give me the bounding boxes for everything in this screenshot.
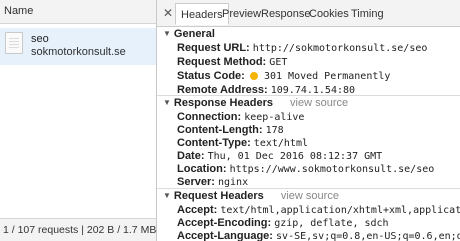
header-row: Accept-Language: sv-SE,sv;q=0.8,en-US;q=… (177, 230, 460, 241)
header-value: keep-alive (244, 112, 305, 123)
request-headers-title: Request Headers (173, 190, 264, 202)
expand-triangle-icon: ▼ (163, 191, 171, 200)
header-value: sv-SE,sv;q=0.8,en-US;q=0.6,en;q=0.4 (276, 231, 460, 241)
request-domain: sokmotorkonsult.se (31, 46, 126, 58)
header-key: Date: (177, 150, 205, 162)
expand-triangle-icon: ▼ (163, 29, 171, 38)
header-key: Content-Type: (177, 137, 251, 149)
network-summary: 1 / 107 requests | 202 B / 1.7 MB tr... (0, 218, 156, 241)
general-title: General (173, 28, 215, 40)
status-code-row: Status Code: 301 Moved Permanently (177, 70, 390, 82)
request-view-source-link[interactable]: view source (281, 190, 339, 202)
header-key: Accept: (177, 204, 218, 216)
general-section-toggle[interactable]: ▼ General (163, 28, 215, 40)
header-value: Thu, 01 Dec 2016 08:12:37 GMT (207, 151, 383, 162)
request-method-row: Request Method: GET (177, 56, 287, 68)
request-row[interactable]: seo sokmotorkonsult.se (0, 28, 156, 65)
response-view-source-link[interactable]: view source (290, 97, 348, 109)
section-divider (157, 188, 460, 189)
document-icon (5, 32, 23, 54)
request-headers-toggle[interactable]: ▼ Request Headers view source (163, 190, 339, 202)
name-column-header[interactable]: Name (0, 0, 156, 24)
header-row: Accept-Encoding: gzip, deflate, sdch (177, 217, 389, 229)
header-row: Location: https://www.sokmotorkonsult.se… (177, 163, 434, 175)
tab-timing[interactable]: Timing (346, 3, 389, 25)
header-value: text/html (253, 138, 308, 149)
request-method-value: GET (269, 57, 288, 68)
expand-triangle-icon: ▼ (163, 98, 171, 107)
header-row: Accept: text/html,application/xhtml+xml,… (177, 204, 460, 216)
header-key: Accept-Encoding: (177, 217, 272, 229)
header-key: Location: (177, 163, 227, 175)
request-url-label: Request URL: (177, 42, 250, 54)
header-key: Content-Length: (177, 124, 263, 136)
status-indicator-icon (249, 72, 258, 80)
header-row: Connection: keep-alive (177, 111, 304, 123)
header-row: Content-Type: text/html (177, 137, 308, 149)
header-value: nginx (217, 177, 249, 188)
response-headers-toggle[interactable]: ▼ Response Headers view source (163, 97, 348, 109)
response-headers-title: Response Headers (173, 97, 273, 109)
request-url-row: Request URL: http://sokmotorkonsult.se/s… (177, 42, 427, 54)
request-list-panel: Name seo sokmotorkonsult.se 1 / 107 requ… (0, 0, 157, 241)
details-tab-bar: ✕ Headers Preview Response Cookies Timin… (157, 0, 460, 27)
header-row: Server: nginx (177, 176, 248, 188)
request-details-panel: ✕ Headers Preview Response Cookies Timin… (157, 0, 460, 241)
request-name: seo (31, 33, 49, 45)
header-key: Server: (177, 176, 215, 188)
header-value: text/html,application/xhtml+xml,applicat… (220, 205, 460, 216)
header-key: Connection: (177, 111, 242, 123)
header-value: https://www.sokmotorkonsult.se/seo (229, 164, 435, 175)
header-value: gzip, deflate, sdch (274, 218, 389, 229)
header-key: Accept-Language: (177, 230, 273, 241)
close-icon[interactable]: ✕ (163, 6, 173, 20)
header-row: Date: Thu, 01 Dec 2016 08:12:37 GMT (177, 150, 382, 162)
section-divider (157, 95, 460, 96)
request-url-value: http://sokmotorkonsult.se/seo (252, 43, 428, 54)
header-value: 178 (265, 125, 284, 136)
status-code-value: 301 Moved Permanently (263, 71, 391, 82)
status-code-label: Status Code: (177, 70, 245, 82)
header-row: Content-Length: 178 (177, 124, 284, 136)
request-method-label: Request Method: (177, 56, 267, 68)
